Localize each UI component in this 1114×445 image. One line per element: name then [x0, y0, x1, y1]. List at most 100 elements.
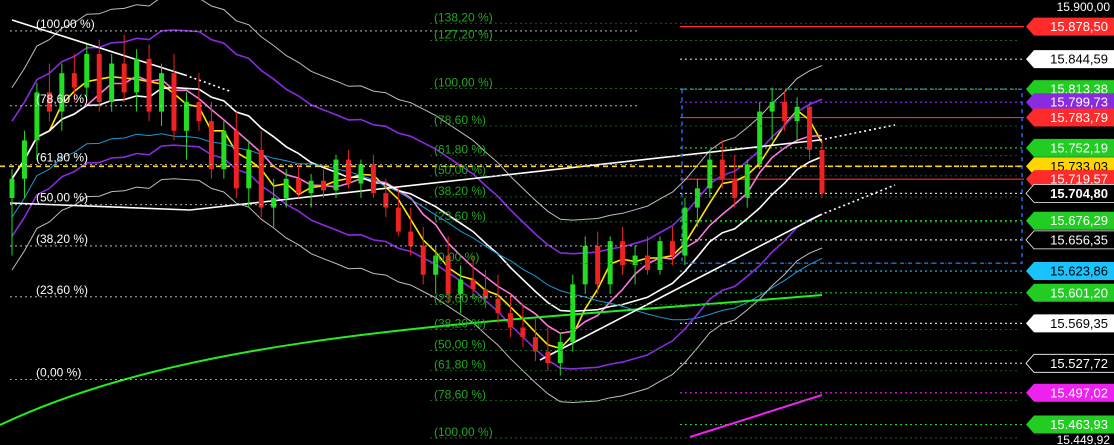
price-tag-label: 15.844,59 — [1050, 52, 1108, 67]
price-tag: 15.704,80 — [1025, 183, 1114, 203]
candle-body — [71, 73, 77, 88]
price-tag-label: 15.676,29 — [1050, 213, 1108, 228]
candle-body — [620, 241, 626, 266]
trendline-rising — [539, 214, 821, 361]
candle-body — [645, 255, 651, 270]
candle-body — [233, 130, 239, 189]
price-tag-label: 15.752,19 — [1050, 140, 1108, 155]
fib-right-label: (50,00 %) — [434, 163, 486, 177]
price-tag-label: 15.527,72 — [1050, 356, 1108, 371]
fib-right-label: (50,00 %) — [434, 338, 486, 352]
candle-body — [121, 63, 127, 93]
candle-body — [370, 164, 376, 194]
price-tag: 15.569,35 — [1026, 314, 1114, 333]
fib-left-label: (23,60 %) — [36, 283, 88, 297]
candle-body — [345, 159, 351, 184]
candle-body — [246, 149, 252, 189]
fib-left-label: (38,20 %) — [36, 232, 88, 246]
candle-body — [632, 255, 638, 266]
candle-body — [507, 313, 513, 328]
candle-body — [321, 180, 327, 191]
price-tag: 15.463,93 — [1026, 415, 1114, 434]
fib-right-label: (78,60 %) — [434, 113, 486, 127]
candle-body — [9, 178, 15, 198]
price-tag: 15.783,79 — [1026, 108, 1114, 127]
grid-layer — [680, 26, 1024, 426]
fib-left-label: (50,00 %) — [36, 191, 88, 205]
envelope-upper-grey — [11, 0, 823, 221]
fib-left-label: (0,00 %) — [36, 365, 81, 379]
candle-body — [495, 298, 501, 314]
candle-body — [707, 159, 713, 189]
candle-body — [283, 178, 289, 198]
candle-body — [744, 164, 750, 198]
price-axis-top-tick: 15.900,00 — [1057, 0, 1111, 14]
candle-body — [732, 178, 738, 198]
price-tag-label: 15.799,73 — [1050, 95, 1108, 110]
envelope-lower-grey — [11, 178, 823, 404]
candle-body — [819, 149, 825, 194]
fib-right-label: (138,20 %) — [434, 10, 493, 24]
candle-body — [408, 231, 414, 246]
candle-body — [657, 241, 663, 270]
candle-body — [470, 279, 476, 290]
candle-body — [395, 207, 401, 232]
fib-right-label: (61,80 %) — [434, 358, 486, 372]
price-tag-label: 15.569,35 — [1050, 316, 1108, 331]
candle-body — [109, 63, 115, 102]
candle-body — [682, 207, 688, 256]
candle-body — [757, 111, 763, 165]
candle-body — [570, 284, 576, 342]
price-axis-bottom-tick: 15.449,92 — [1057, 433, 1111, 445]
price-tag: 15.844,59 — [1026, 50, 1114, 69]
fib-right-label: (100,00 %) — [434, 425, 493, 439]
candle-body — [258, 149, 264, 208]
candle-body — [769, 101, 775, 112]
candle-body — [171, 73, 177, 131]
price-tag: 15.601,20 — [1026, 283, 1114, 302]
candle-body — [196, 101, 202, 122]
fib-left-label: (61,80 %) — [36, 150, 88, 164]
candle-body — [383, 193, 389, 208]
candle-body — [582, 245, 588, 285]
candle-body — [807, 106, 813, 150]
price-tag: 15.497,02 — [1026, 383, 1114, 402]
price-axis: 15.900,0015.449,9215.878,5015.844,5915.8… — [1024, 0, 1114, 445]
price-tag-label: 15.623,86 — [1050, 264, 1108, 279]
candle-body — [557, 341, 563, 364]
price-tag: 15.656,35 — [1025, 230, 1114, 250]
candle-body — [208, 121, 214, 170]
chart-area: (100,00 %) (78,60 %) (61,80 %) (50,00 %) (38… — [0, 0, 1114, 445]
price-tag: 15.527,72 — [1025, 353, 1114, 373]
candlestick-chart: (100,00 %) (78,60 %) (61,80 %) (50,00 %) (38… — [0, 0, 1114, 445]
fib-right-label: (38,20 %) — [434, 316, 486, 330]
candle-body — [669, 241, 675, 256]
candle-body — [358, 164, 364, 184]
fib-right-label: (23,60 %) — [434, 209, 486, 223]
candle-body — [183, 101, 189, 131]
candle-body — [308, 180, 314, 194]
candle-body — [607, 241, 613, 285]
fib-right-label: (127,20 %) — [434, 28, 493, 42]
candle-body — [134, 58, 140, 93]
candle-body — [21, 140, 27, 179]
candle-body — [221, 130, 227, 170]
price-tag-label: 15.656,35 — [1050, 232, 1108, 247]
price-tag: 15.878,50 — [1026, 17, 1114, 36]
candle-body — [694, 188, 700, 208]
price-tag: 15.752,19 — [1026, 138, 1114, 157]
candle-body — [96, 53, 102, 102]
fib-right-label: (38,20 %) — [434, 184, 486, 198]
price-tag: 15.676,29 — [1026, 211, 1114, 230]
candle-body — [532, 337, 538, 352]
candle-body — [420, 245, 426, 275]
candle-body — [595, 245, 601, 285]
fib-left-label: (78,60 %) — [36, 92, 88, 106]
candle-body — [794, 106, 800, 122]
candle-body — [146, 58, 152, 112]
price-tag-label: 15.878,50 — [1050, 19, 1108, 34]
long-moving-average-green — [0, 294, 823, 426]
fib-right-label: (23,60 %) — [434, 292, 486, 306]
candle-body — [782, 101, 788, 122]
candle-body — [296, 178, 302, 194]
